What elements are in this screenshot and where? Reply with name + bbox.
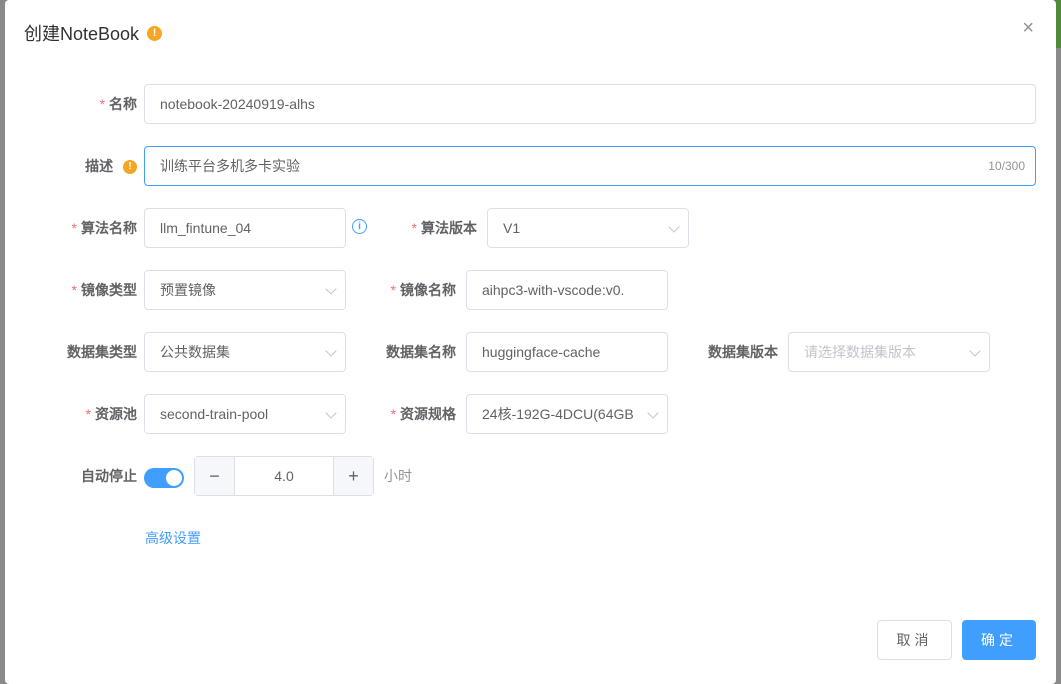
chevron-down-icon — [325, 345, 337, 357]
cancel-button[interactable]: 取消 — [877, 620, 952, 660]
decrement-button[interactable]: − — [195, 457, 235, 495]
auto-stop-hours-input[interactable]: 4.0 — [235, 457, 333, 495]
dataset-type-select[interactable]: 公共数据集 — [144, 332, 346, 372]
close-icon[interactable]: × — [1022, 18, 1034, 38]
char-count: 10/300 — [988, 159, 1025, 173]
info-icon[interactable]: i — [352, 219, 367, 234]
chevron-down-icon — [969, 345, 981, 357]
description-input[interactable]: 训练平台多机多卡实验 10/300 — [144, 146, 1036, 186]
resource-pool-select[interactable]: second-train-pool — [144, 394, 346, 434]
auto-stop-stepper: − 4.0 + — [194, 456, 374, 496]
auto-stop-toggle[interactable] — [144, 468, 184, 488]
name-label: * 名称 — [99, 96, 137, 112]
description-label: 描述 ! — [45, 146, 137, 186]
toggle-knob — [166, 470, 182, 486]
dialog-header: 创建NoteBook ! — [24, 20, 163, 46]
create-notebook-dialog: 创建NoteBook ! × * 名称 notebook-20240919-alh… — [5, 0, 1056, 684]
dataset-version-label: 数据集版本 — [708, 344, 778, 360]
resource-spec-label: * 资源规格 — [390, 406, 456, 422]
chevron-down-icon — [325, 283, 337, 295]
exclamation-icon[interactable]: ! — [123, 160, 137, 175]
dataset-version-select[interactable]: 请选择数据集版本 — [788, 332, 990, 372]
chevron-down-icon — [325, 407, 337, 419]
image-name-label: * 镜像名称 — [390, 282, 456, 298]
chevron-down-icon — [668, 221, 680, 233]
algo-version-select[interactable]: V1 — [487, 208, 689, 248]
increment-button[interactable]: + — [333, 457, 373, 495]
dialog-title: 创建NoteBook — [24, 24, 140, 44]
auto-stop-label: 自动停止 — [81, 468, 137, 484]
algo-name-input[interactable]: llm_fintune_04 — [144, 208, 346, 248]
name-input[interactable]: notebook-20240919-alhs — [144, 84, 1036, 124]
resource-pool-label: * 资源池 — [85, 406, 137, 422]
algo-name-label: * 算法名称 — [71, 220, 137, 236]
confirm-button[interactable]: 确定 — [962, 620, 1036, 660]
dataset-name-input[interactable]: huggingface-cache — [466, 332, 668, 372]
image-type-select[interactable]: 预置镜像 — [144, 270, 346, 310]
image-type-label: * 镜像类型 — [71, 282, 137, 298]
algo-version-label: * 算法版本 — [411, 220, 477, 236]
image-name-input[interactable]: aihpc3-with-vscode:v0. — [466, 270, 668, 310]
dataset-type-label: 数据集类型 — [67, 344, 137, 360]
exclamation-icon[interactable]: ! — [147, 25, 163, 41]
resource-spec-select[interactable]: 24核-192G-4DCU(64GB — [466, 394, 668, 434]
advanced-settings-link[interactable]: 高级设置 — [145, 528, 201, 548]
hours-unit: 小时 — [384, 468, 412, 484]
dataset-name-label: 数据集名称 — [386, 344, 456, 360]
